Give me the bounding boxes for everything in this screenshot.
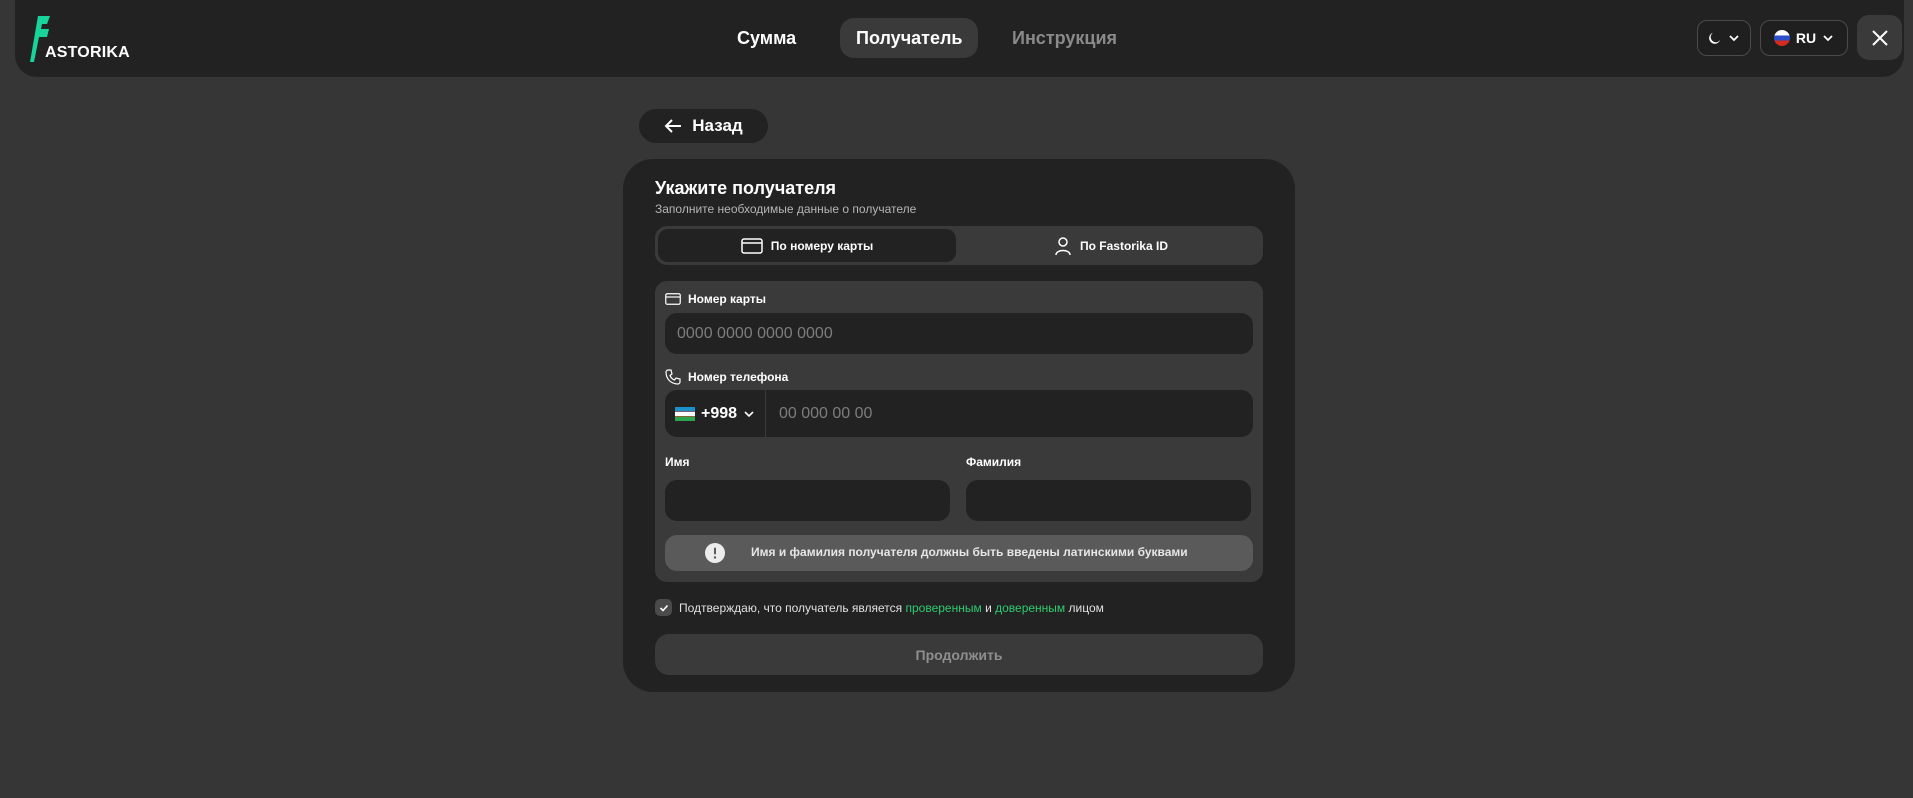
uzbekistan-flag-icon bbox=[674, 406, 695, 421]
confirm-row: Подтверждаю, что получатель является про… bbox=[655, 599, 1104, 616]
latin-letters-notice: Имя и фамилия получателя должны быть вве… bbox=[665, 535, 1253, 571]
step-amount[interactable]: Сумма bbox=[721, 18, 812, 58]
credit-card-icon bbox=[741, 237, 763, 254]
first-name-label: Имя bbox=[665, 455, 690, 469]
confirm-checkbox[interactable] bbox=[655, 599, 672, 616]
card-number-label-text: Номер карты bbox=[688, 292, 767, 306]
theme-toggle-button[interactable] bbox=[1697, 20, 1751, 56]
tab-card-label: По номеру карты bbox=[770, 238, 874, 253]
language-label: RU bbox=[1795, 30, 1817, 46]
recipient-type-tabs: По номеру карты По Fastorika ID bbox=[655, 226, 1263, 265]
confirm-text: Подтверждаю, что получатель является про… bbox=[679, 600, 1104, 615]
phone-icon bbox=[665, 369, 681, 385]
form-subtitle: Заполните необходимые данные о получател… bbox=[655, 202, 917, 216]
phone-field: +998 bbox=[665, 390, 1253, 437]
moon-icon bbox=[1709, 32, 1721, 44]
country-code-select[interactable]: +998 bbox=[665, 390, 766, 437]
chevron-down-icon bbox=[1729, 35, 1739, 42]
phone-label: Номер телефона bbox=[665, 369, 788, 385]
notice-text: Имя и фамилия получателя должны быть вве… bbox=[751, 545, 1188, 559]
phone-label-text: Номер телефона bbox=[688, 370, 789, 384]
step-recipient[interactable]: Получатель bbox=[840, 18, 979, 58]
card-number-input[interactable] bbox=[665, 313, 1253, 354]
verified-link[interactable]: проверенным bbox=[905, 601, 981, 615]
recipient-form-card: Укажите получателя Заполните необходимые… bbox=[623, 159, 1295, 692]
chevron-down-icon bbox=[1823, 35, 1833, 42]
exclamation-icon bbox=[705, 543, 725, 563]
tab-card-number[interactable]: По номеру карты bbox=[658, 229, 956, 262]
first-name-input[interactable] bbox=[665, 480, 950, 521]
back-button[interactable]: Назад bbox=[639, 109, 768, 143]
back-label: Назад bbox=[692, 116, 743, 135]
recipient-fields-panel: Номер карты Номер телефона +998 Имя Фами… bbox=[655, 281, 1263, 582]
arrow-left-icon bbox=[664, 119, 682, 133]
step-instruction[interactable]: Инструкция bbox=[996, 18, 1133, 58]
language-select[interactable]: RU bbox=[1760, 20, 1848, 56]
top-bar: ASTORIKA Сумма Получатель Инструкция RU bbox=[15, 0, 1904, 77]
user-icon bbox=[1055, 236, 1071, 255]
last-name-input[interactable] bbox=[966, 480, 1251, 521]
continue-button[interactable]: Продолжить bbox=[655, 634, 1263, 675]
trusted-link[interactable]: доверенным bbox=[995, 601, 1065, 615]
chevron-down-icon bbox=[744, 410, 754, 417]
check-icon bbox=[659, 604, 668, 612]
close-icon bbox=[1871, 29, 1888, 46]
tab-fastorika-id[interactable]: По Fastorika ID bbox=[962, 229, 1260, 262]
credit-card-icon bbox=[665, 293, 681, 305]
form-title: Укажите получателя bbox=[655, 178, 837, 198]
close-button[interactable] bbox=[1857, 15, 1902, 60]
phone-input[interactable] bbox=[767, 390, 1253, 437]
country-code: +998 bbox=[700, 404, 738, 422]
last-name-label: Фамилия bbox=[966, 455, 1022, 469]
russia-flag-icon bbox=[1773, 30, 1790, 46]
tab-id-label: По Fastorika ID bbox=[1080, 238, 1168, 253]
card-number-label: Номер карты bbox=[665, 292, 766, 306]
